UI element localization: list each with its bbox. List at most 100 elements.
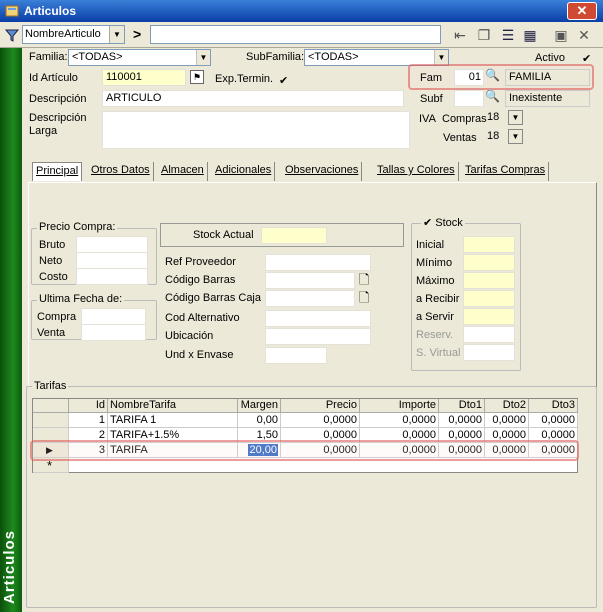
stock-virtual-label: S. Virtual — [416, 347, 461, 359]
column-header-precio[interactable]: Precio — [281, 399, 360, 413]
neto-label: Neto — [39, 255, 63, 267]
descripcion-label: Descripción — [29, 93, 87, 105]
column-header-importe[interactable]: Importe — [360, 399, 439, 413]
fam-code-field[interactable]: 01 — [454, 69, 484, 86]
column-header-dto1[interactable]: Dto1 — [439, 399, 485, 413]
tab-observaciones[interactable]: Observaciones — [282, 162, 363, 181]
und-envase-label: Und x Envase — [165, 349, 234, 361]
bruto-field[interactable] — [76, 236, 148, 253]
iva-compras-value: 18 — [487, 111, 500, 123]
descripcion-larga-field[interactable] — [102, 111, 410, 149]
column-header-id[interactable]: Id — [69, 399, 108, 413]
search-field-selector[interactable]: NombreArticulo ▼ — [22, 25, 125, 44]
chevron-down-icon[interactable]: ▼ — [434, 50, 448, 65]
lookup-icon[interactable]: ⚑ — [190, 70, 204, 84]
familia-value: <TODAS> — [72, 51, 123, 63]
save-icon[interactable]: ▣ — [551, 26, 571, 44]
column-header-dto3[interactable]: Dto3 — [529, 399, 578, 413]
id-articulo-field[interactable]: 110001 — [102, 69, 186, 86]
document-icon[interactable]: 🗋 — [359, 289, 369, 311]
tab-strip: Principal Otros Datos Almacen Adicionale… — [32, 162, 602, 182]
cell-dto1[interactable]: 0,0000 — [439, 413, 485, 428]
app-icon — [5, 5, 19, 17]
cell-id[interactable]: 1 — [69, 413, 108, 428]
close-icon[interactable]: ✕ — [567, 2, 597, 20]
ubicacion-field[interactable] — [265, 328, 371, 345]
search-input[interactable] — [150, 25, 441, 44]
neto-field[interactable] — [76, 252, 148, 269]
subfamilia-value: <TODAS> — [308, 51, 359, 63]
chevron-down-icon[interactable]: ▼ — [508, 129, 523, 144]
go-arrow-button[interactable]: > — [133, 26, 141, 42]
familia-label: Familia: — [29, 51, 68, 63]
chevron-down-icon[interactable]: ▼ — [196, 50, 210, 65]
und-envase-field[interactable] — [265, 347, 327, 364]
venta-date-field[interactable] — [81, 324, 146, 341]
stock-actual-label: Stock Actual — [193, 229, 254, 241]
stock-minimo-field[interactable] — [463, 254, 515, 271]
cell-dto2[interactable]: 0,0000 — [485, 413, 529, 428]
ref-proveedor-label: Ref Proveedor — [165, 256, 236, 268]
cod-alternativo-field[interactable] — [265, 310, 371, 327]
column-header-margen[interactable]: Margen — [238, 399, 281, 413]
tab-adicionales[interactable]: Adicionales — [212, 162, 276, 181]
stock-maximo-field[interactable] — [463, 272, 515, 289]
subf-name-field: Inexistente — [505, 90, 590, 107]
codigo-barras-caja-field[interactable] — [265, 290, 355, 307]
tab-almacen[interactable]: Almacen — [158, 162, 208, 181]
copy-icon[interactable]: ❐ — [474, 26, 494, 44]
ref-proveedor-field[interactable] — [265, 254, 371, 271]
stock-title: ✔ Stock — [421, 216, 465, 229]
grid-corner — [33, 399, 69, 413]
row-selector[interactable] — [33, 413, 69, 428]
stock-a-servir-field[interactable] — [463, 308, 515, 325]
stock-reserv-field — [463, 326, 515, 343]
tab-principal[interactable]: Principal — [32, 162, 83, 181]
subf-code-field[interactable] — [454, 90, 484, 107]
stock-inicial-field[interactable] — [463, 236, 515, 253]
costo-label: Costo — [39, 271, 68, 283]
tab-otros-datos[interactable]: Otros Datos — [88, 162, 154, 181]
delete-icon[interactable]: ✕ — [574, 26, 594, 44]
cell-dto3[interactable]: 0,0000 — [529, 413, 578, 428]
window-title: Articulos — [24, 4, 77, 18]
filter-icon[interactable] — [4, 27, 20, 43]
tab-tarifas-compras[interactable]: Tarifas Compras — [462, 162, 550, 181]
stock-reserv-label: Reserv. — [416, 329, 454, 341]
cell-margen[interactable]: 0,00 — [238, 413, 281, 428]
codigo-barras-field[interactable] — [265, 272, 355, 289]
grid-view-icon[interactable]: ▦ — [520, 26, 540, 44]
cod-alternativo-label: Cod Alternativo — [165, 312, 240, 324]
exp-termin-label: Exp.Termin. — [215, 73, 274, 85]
first-record-icon[interactable]: ⇤ — [450, 26, 470, 44]
cell-precio[interactable]: 0,0000 — [281, 413, 360, 428]
bruto-label: Bruto — [39, 239, 66, 251]
codigo-barras-label: Código Barras — [165, 274, 236, 286]
iva-label: IVA — [419, 113, 436, 125]
column-header-nombre[interactable]: NombreTarifa — [108, 399, 238, 413]
column-header-dto2[interactable]: Dto2 — [485, 399, 529, 413]
costo-field[interactable] — [76, 268, 148, 285]
stock-checkbox[interactable]: ✔ — [423, 217, 432, 229]
exp-termin-checkbox[interactable]: ✔ — [279, 74, 288, 87]
chevron-down-icon[interactable]: ▼ — [508, 110, 523, 125]
stock-inicial-label: Inicial — [416, 239, 445, 251]
cell-importe[interactable]: 0,0000 — [360, 413, 439, 428]
subfamilia-label: SubFamilia: — [246, 51, 305, 63]
search-icon[interactable]: 🔍 — [485, 89, 500, 103]
article-form: Familia: <TODAS> ▼ SubFamilia: <TODAS> ▼… — [22, 48, 603, 612]
familia-combo[interactable]: <TODAS> ▼ — [68, 49, 211, 66]
stock-actual-field[interactable] — [261, 227, 327, 244]
activo-label: Activo — [535, 52, 565, 64]
title-bar: Articulos ✕ — [0, 0, 603, 22]
search-icon[interactable]: 🔍 — [485, 68, 500, 82]
descripcion-field[interactable]: ARTICULO — [102, 90, 404, 107]
sort-icon[interactable]: ☰ — [498, 26, 518, 44]
stock-a-recibir-field[interactable] — [463, 290, 515, 307]
chevron-down-icon[interactable]: ▼ — [109, 26, 124, 43]
tab-tallas-colores[interactable]: Tallas y Colores — [374, 162, 459, 181]
compra-date-field[interactable] — [81, 308, 146, 325]
stock-maximo-label: Máximo — [416, 275, 455, 287]
sidebar: Articulos — [0, 48, 22, 612]
cell-nombre[interactable]: TARIFA 1 — [108, 413, 238, 428]
